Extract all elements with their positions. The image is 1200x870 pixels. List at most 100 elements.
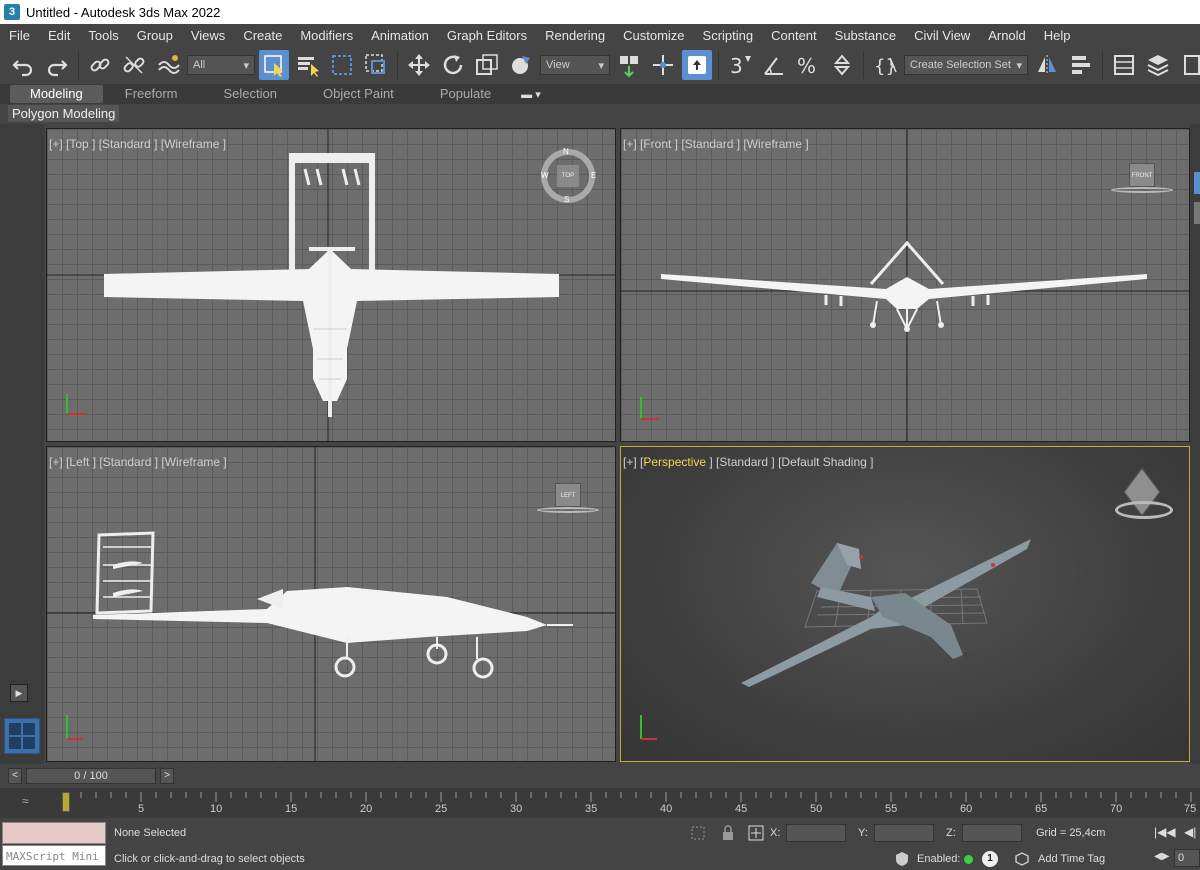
undo-button[interactable] <box>8 50 38 80</box>
time-slider[interactable]: 0 / 100 <box>26 768 156 784</box>
keyboard-shortcut-override-button[interactable] <box>682 50 712 80</box>
viewport-front[interactable]: [+] [Front ] [Standard ] [Wireframe ] FR… <box>620 128 1190 442</box>
menu-substance[interactable]: Substance <box>826 28 905 43</box>
select-manipulate-button[interactable] <box>648 50 678 80</box>
named-selection-set-dropdown[interactable]: Create Selection Set ▾ <box>904 55 1028 75</box>
viewport-perspective[interactable]: [+] [Perspective ] [Standard ] [Default … <box>620 446 1190 762</box>
viewport-left[interactable]: [+] [Left ] [Standard ] [Wireframe ] LEF… <box>46 446 616 762</box>
z-coordinate-field[interactable] <box>962 824 1022 842</box>
viewport-label-front[interactable]: [+] [Front ] [Standard ] [Wireframe ] <box>623 137 809 151</box>
ribbon: Modeling Freeform Selection Object Paint… <box>0 84 1200 104</box>
scene-explorer-icon <box>1114 55 1134 75</box>
menu-arnold[interactable]: Arnold <box>979 28 1035 43</box>
adaptive-degradation-icon[interactable] <box>894 851 910 867</box>
menu-tools[interactable]: Tools <box>79 28 127 43</box>
absolute-transform-icon[interactable] <box>748 825 764 841</box>
menu-group[interactable]: Group <box>128 28 182 43</box>
reference-coordinate-dropdown[interactable]: View ▾ <box>540 55 610 75</box>
menu-rendering[interactable]: Rendering <box>536 28 614 43</box>
x-coordinate-field[interactable] <box>786 824 846 842</box>
edit-named-selection-button[interactable]: {} <box>870 50 900 80</box>
scale-button[interactable] <box>472 50 502 80</box>
layer-icon <box>1147 55 1169 77</box>
menu-civil-view[interactable]: Civil View <box>905 28 979 43</box>
viewcube-front[interactable]: FRONT <box>1129 163 1155 187</box>
snaps-toggle-button[interactable]: 3 <box>725 50 755 80</box>
selection-filter-dropdown[interactable]: All ▾ <box>187 55 255 75</box>
go-to-start-icon[interactable]: |◀◀ <box>1154 825 1176 839</box>
viewcube-face[interactable]: TOP <box>557 165 579 187</box>
align-button[interactable] <box>1066 50 1096 80</box>
move-button[interactable] <box>404 50 434 80</box>
current-frame-marker[interactable] <box>62 792 70 812</box>
unlink-button[interactable] <box>119 50 149 80</box>
place-button[interactable] <box>506 50 536 80</box>
maxscript-mini-input[interactable]: MAXScript Mini <box>2 845 106 866</box>
layout-cell <box>9 737 21 749</box>
curve-editor-icon[interactable]: ≈ <box>22 794 29 808</box>
rectangular-selection-button[interactable] <box>327 50 357 80</box>
selection-lock-icon[interactable] <box>720 825 736 841</box>
y-coordinate-field[interactable] <box>874 824 934 842</box>
isolate-selection-icon[interactable] <box>690 825 706 841</box>
viewport-label-left[interactable]: [+] [Left ] [Standard ] [Wireframe ] <box>49 455 227 469</box>
expand-layout-tab-button[interactable]: ▶ <box>10 684 28 702</box>
tab-selection[interactable]: Selection <box>202 85 301 103</box>
viewport-label-top[interactable]: [+] [Top ] [Standard ] [Wireframe ] <box>49 137 226 151</box>
window-crossing-button[interactable] <box>361 50 391 80</box>
selection-status: None Selected <box>114 827 187 839</box>
add-time-tag-button[interactable]: Add Time Tag <box>1038 853 1105 865</box>
menu-create[interactable]: Create <box>234 28 291 43</box>
maxscript-listener-output[interactable] <box>2 822 106 844</box>
menu-content[interactable]: Content <box>762 28 826 43</box>
redo-button[interactable] <box>42 50 72 80</box>
command-panel-collapse-tab[interactable] <box>1194 172 1200 194</box>
layer-explorer-button[interactable] <box>1143 50 1173 80</box>
viewport-label-perspective[interactable]: [+] [Perspective ] [Standard ] [Default … <box>623 455 873 469</box>
menu-help[interactable]: Help <box>1035 28 1080 43</box>
toggle-ribbon-button[interactable] <box>1177 50 1200 80</box>
polygon-modeling-panel-button[interactable]: Polygon Modeling <box>8 105 120 122</box>
menu-views[interactable]: Views <box>182 28 234 43</box>
current-frame-field[interactable]: 0 <box>1174 849 1200 867</box>
time-slider-next-button[interactable]: > <box>160 768 174 784</box>
viewport-top[interactable]: [+] [Top ] [Standard ] [Wireframe ] N S … <box>46 128 616 442</box>
select-by-name-button[interactable] <box>293 50 323 80</box>
previous-frame-icon[interactable]: ◀| <box>1184 825 1196 839</box>
time-slider-prev-button[interactable]: < <box>8 768 22 784</box>
select-object-button[interactable] <box>259 50 289 80</box>
key-mode-icon[interactable]: ◀▶ <box>1154 851 1169 862</box>
menu-graph-editors[interactable]: Graph Editors <box>438 28 536 43</box>
viewport-layout-button[interactable] <box>4 718 40 754</box>
enabled-count-badge[interactable]: 1 <box>982 851 998 867</box>
tab-populate[interactable]: Populate <box>418 85 515 103</box>
viewcube-left[interactable]: LEFT <box>555 483 581 507</box>
viewcube-top[interactable]: N S W E TOP <box>541 147 596 204</box>
menu-edit[interactable]: Edit <box>39 28 79 43</box>
menu-modifiers[interactable]: Modifiers <box>291 28 362 43</box>
scene-explorer-button[interactable] <box>1109 50 1139 80</box>
percent-snap-icon: % <box>797 54 816 78</box>
menu-customize[interactable]: Customize <box>614 28 693 43</box>
rotate-button[interactable] <box>438 50 468 80</box>
time-tag-icon[interactable] <box>1014 851 1030 867</box>
tab-object-paint[interactable]: Object Paint <box>301 85 418 103</box>
spinner-snap-button[interactable] <box>827 50 857 80</box>
chevron-down-icon: ▾ <box>598 59 604 72</box>
bind-spacewarp-button[interactable] <box>153 50 183 80</box>
tab-modeling[interactable]: Modeling <box>10 85 103 103</box>
angle-snap-button[interactable] <box>759 50 789 80</box>
track-bar[interactable]: ≈ 5 10 15 20 25 30 35 40 45 50 55 60 65 … <box>0 788 1200 818</box>
link-button[interactable] <box>85 50 115 80</box>
menu-scripting[interactable]: Scripting <box>694 28 763 43</box>
mirror-button[interactable] <box>1032 50 1062 80</box>
menu-file[interactable]: File <box>0 28 39 43</box>
menu-animation[interactable]: Animation <box>362 28 438 43</box>
command-panel-collapse-tab[interactable] <box>1194 202 1200 224</box>
toolbar-separator <box>78 51 79 79</box>
ribbon-options-icon[interactable]: ▬ ▾ <box>521 88 541 101</box>
percent-snap-button[interactable]: % <box>793 50 823 80</box>
tab-freeform[interactable]: Freeform <box>103 85 202 103</box>
pivot-center-button[interactable] <box>614 50 644 80</box>
toolbar-separator <box>1102 51 1103 79</box>
